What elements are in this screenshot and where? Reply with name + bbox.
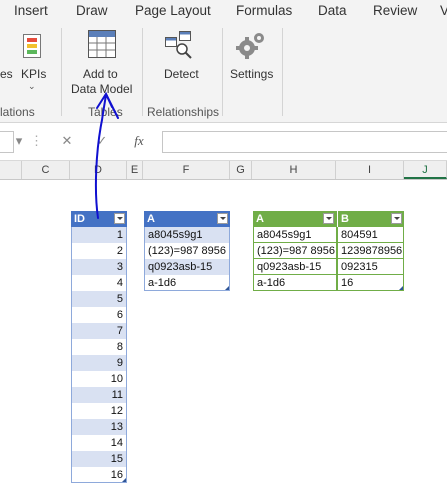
arrow-line xyxy=(94,93,119,219)
annotation-arrow xyxy=(94,91,119,219)
